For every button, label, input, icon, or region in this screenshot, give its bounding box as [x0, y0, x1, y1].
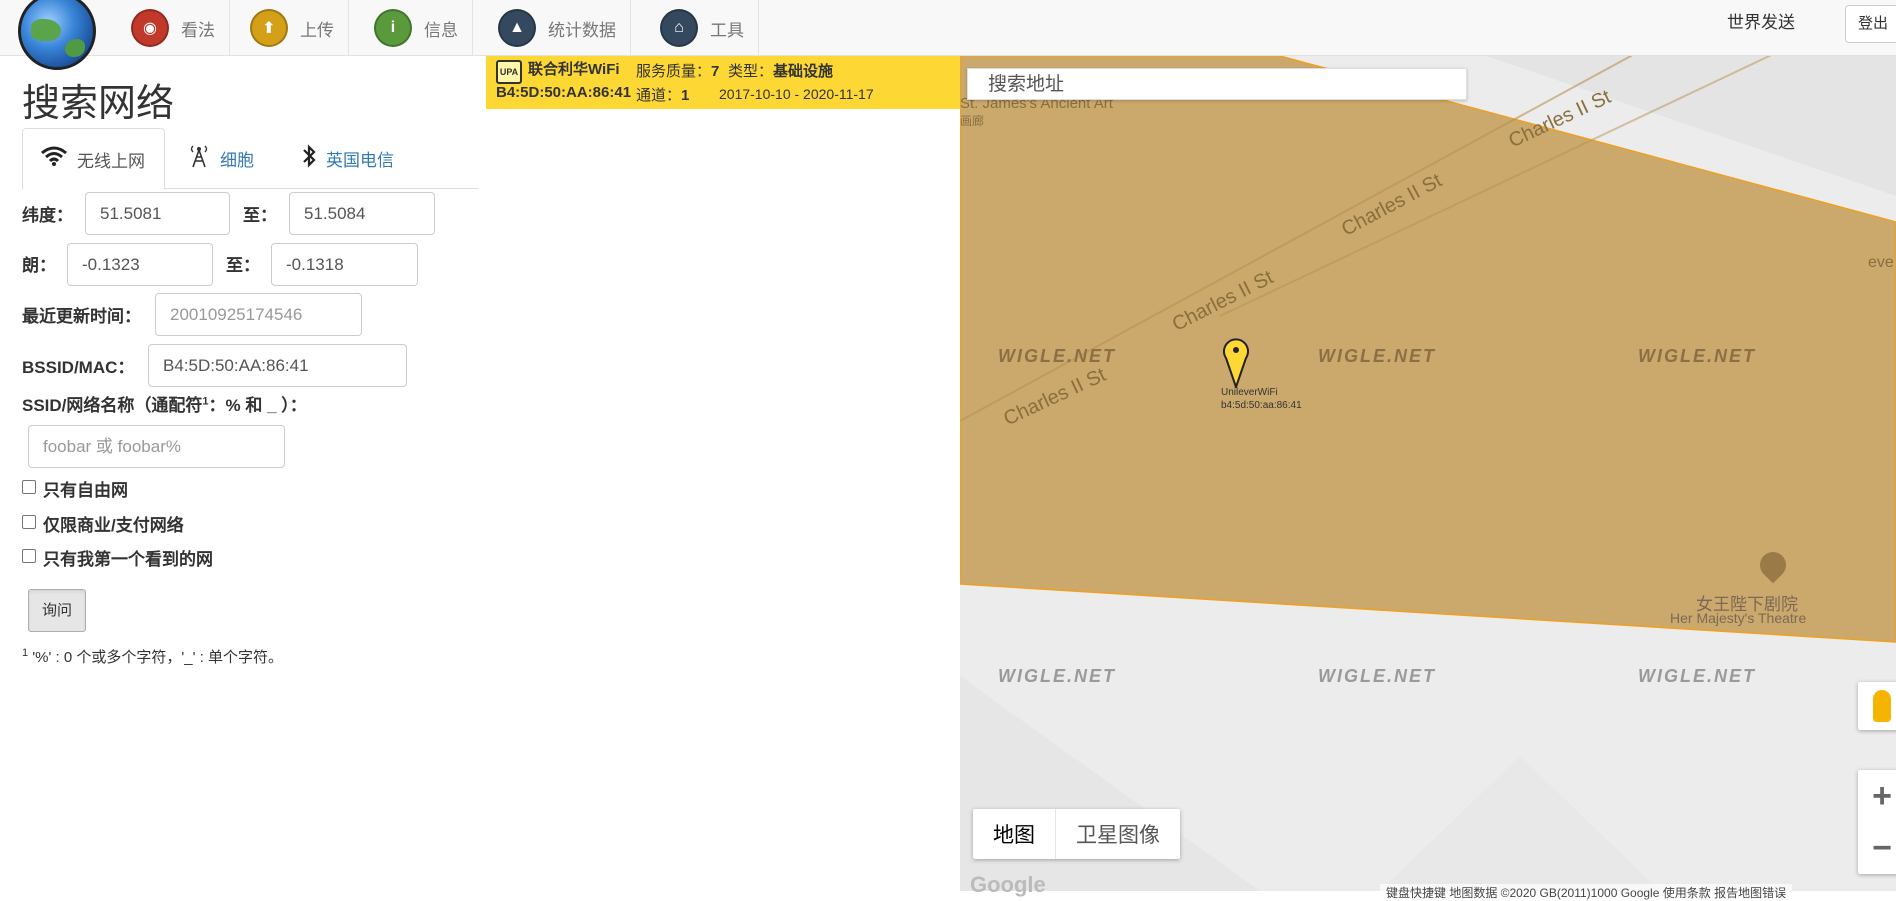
- network-type-tabs: 无线上网 细胞 英国电信: [22, 128, 478, 190]
- wifi-icon: [41, 146, 67, 172]
- tools-icon: ⌂: [660, 9, 698, 47]
- lat-to-input[interactable]: 51.5084: [289, 192, 435, 235]
- lat-label: 纬度：: [22, 206, 73, 225]
- ssid-label: SSID/网络名称（通配符1：% 和 _ ）：: [22, 395, 307, 415]
- map-type-satellite-button[interactable]: 卫星图像: [1056, 809, 1180, 859]
- tab-label: 英国电信: [326, 151, 394, 170]
- lat-from-input[interactable]: 51.5081: [85, 192, 230, 235]
- map-view[interactable]: Charles II St Charles II St Charles II S…: [960, 56, 1896, 891]
- pin-sublabel: b4:5d:50:aa:86:41: [1221, 400, 1302, 411]
- bssid-label: BSSID/MAC：: [22, 358, 135, 377]
- nav-item-label: 信息: [424, 20, 458, 40]
- eye-icon: ◉: [131, 9, 169, 47]
- lon-label: 朗：: [22, 256, 56, 275]
- nav-item-label: 统计数据: [548, 20, 616, 40]
- info-icon: i: [374, 9, 412, 47]
- wigle-globe-logo[interactable]: [18, 0, 96, 70]
- result-qos: 服务质量：7: [636, 63, 720, 80]
- zoom-out-button[interactable]: −: [1858, 822, 1896, 874]
- tab-bluetooth[interactable]: 英国电信: [284, 128, 412, 189]
- nav-item-label: 看法: [181, 20, 215, 40]
- wigle-watermark: WIGLE.NET: [1318, 346, 1436, 366]
- nav-item-upload[interactable]: ⬆ 上传: [236, 0, 349, 56]
- result-date-range: 2017-10-10 - 2020-11-17: [719, 86, 874, 102]
- poi-sublabel: Her Majesty's Theatre: [1670, 610, 1807, 626]
- lon-to-label: 至：: [226, 256, 260, 275]
- nav-item-tools[interactable]: ⌂ 工具: [646, 0, 759, 56]
- wigle-watermark: WIGLE.NET: [1638, 666, 1756, 686]
- ssid-input[interactable]: foobar 或 foobar%: [28, 425, 285, 468]
- first-seen-only-option[interactable]: 只有我第一个看到的网: [22, 545, 213, 570]
- free-only-option[interactable]: 只有自由网: [22, 476, 128, 501]
- last-update-input[interactable]: 20010925174546: [155, 293, 362, 336]
- nav-item-label: 工具: [710, 20, 744, 40]
- commercial-only-checkbox[interactable]: [22, 514, 36, 529]
- stats-icon: ▲: [498, 9, 536, 47]
- result-type: 类型：基础设施: [728, 63, 834, 80]
- free-only-checkbox[interactable]: [22, 479, 36, 494]
- map-address-search-input[interactable]: 搜索地址: [967, 68, 1467, 100]
- page-title: 搜索网络: [22, 83, 175, 125]
- nav-item-stats[interactable]: ▲ 统计数据: [484, 0, 631, 56]
- last-update-label: 最近更新时间：: [22, 307, 141, 326]
- zoom-in-button[interactable]: +: [1858, 770, 1896, 822]
- bluetooth-icon: [302, 143, 316, 174]
- wigle-watermark: WIGLE.NET: [998, 346, 1116, 366]
- wigle-watermark: WIGLE.NET: [998, 666, 1116, 686]
- bssid-input[interactable]: B4:5D:50:AA:86:41: [148, 344, 407, 387]
- poi-label[interactable]: eve: [1868, 254, 1894, 272]
- pin-label: UnileverWiFi: [1221, 387, 1278, 398]
- result-ssid: 联合利华WiFi: [528, 61, 620, 78]
- result-channel: 通道：1: [636, 87, 690, 104]
- nav-item-label: 上传: [300, 20, 334, 40]
- query-button[interactable]: 询问: [28, 589, 86, 632]
- tab-label: 细胞: [220, 151, 254, 170]
- first-seen-only-checkbox[interactable]: [22, 548, 36, 563]
- cell-tower-icon: [188, 144, 210, 174]
- router-icon: UPA: [496, 60, 522, 84]
- upload-icon: ⬆: [250, 9, 288, 47]
- tab-cell[interactable]: 细胞: [170, 128, 272, 189]
- tab-label: 无线上网: [77, 151, 145, 171]
- wigle-watermark: WIGLE.NET: [1638, 346, 1756, 366]
- lon-from-input[interactable]: -0.1323: [67, 243, 213, 286]
- poi-sublabel: 画廊: [960, 114, 985, 128]
- lon-to-input[interactable]: -0.1318: [271, 243, 418, 286]
- wigle-watermark: WIGLE.NET: [1318, 666, 1436, 686]
- map-attribution[interactable]: 键盘快捷键 地图数据 ©2020 GB(2011)1000 Google 使用条…: [1380, 884, 1793, 901]
- top-navbar: ◉ 看法 ⬆ 上传 i 信息 ▲ 统计数据 ⌂ 工具 世界发送 登出: [0, 0, 1896, 70]
- zoom-control: + −: [1858, 770, 1896, 874]
- logout-button[interactable]: 登出: [1845, 5, 1896, 43]
- wildcard-footnote: 1 '%' : 0 个或多个字符，'_' : 单个字符。: [22, 647, 283, 666]
- network-result-card[interactable]: UPA 联合利华WiFi 服务质量：7 类型：基础设施 B4:5D:50:AA:…: [486, 56, 960, 109]
- commercial-only-option[interactable]: 仅限商业/支付网络: [22, 511, 184, 536]
- world-send-link[interactable]: 世界发送: [1727, 0, 1795, 40]
- result-bssid: B4:5D:50:AA:86:41: [496, 84, 632, 101]
- lat-to-label: 至：: [243, 206, 277, 225]
- google-logo: Google: [970, 872, 1046, 897]
- tab-wifi[interactable]: 无线上网: [22, 128, 165, 190]
- street-view-pegman-icon[interactable]: [1858, 682, 1896, 730]
- nav-item-info[interactable]: i 信息: [360, 0, 473, 56]
- map-type-map-button[interactable]: 地图: [973, 809, 1056, 859]
- nav-item-view[interactable]: ◉ 看法: [117, 0, 230, 56]
- map-type-control: 地图 卫星图像: [973, 809, 1180, 859]
